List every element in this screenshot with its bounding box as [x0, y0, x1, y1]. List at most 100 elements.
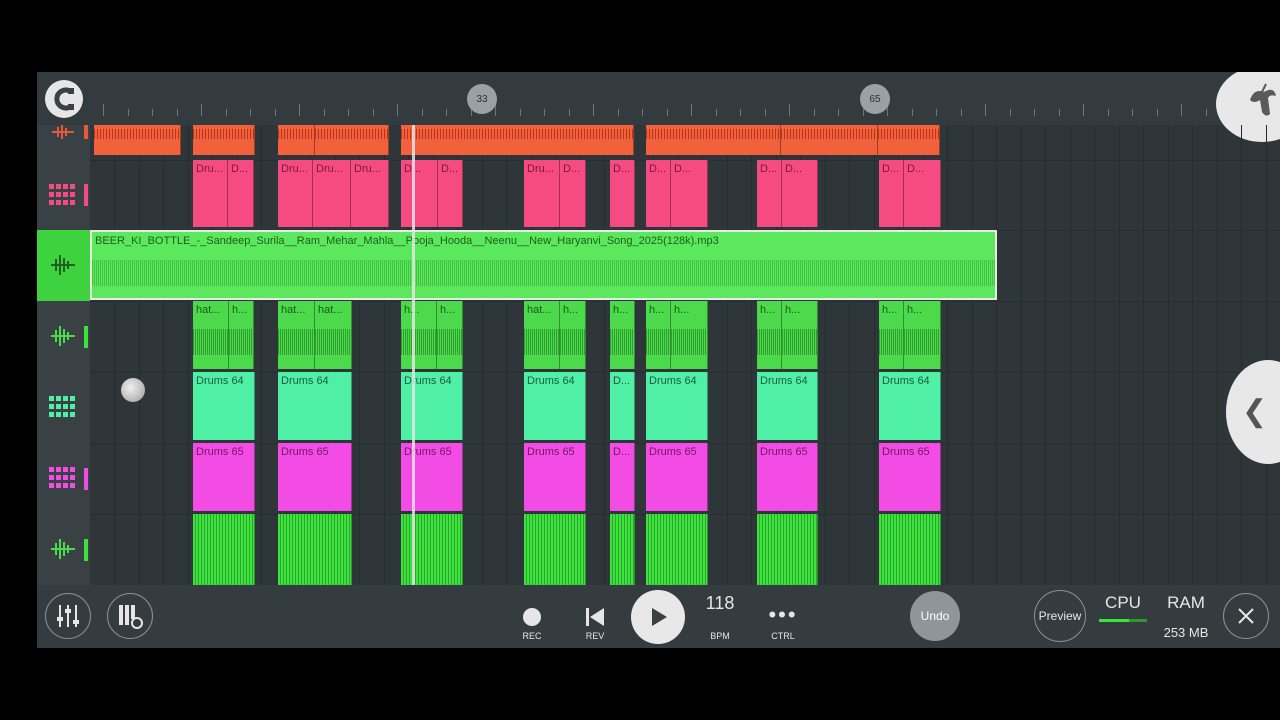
track-lane[interactable]: Dru... D... Dru... Dru... Dru... D... D.…: [90, 160, 1280, 231]
ruler-tick: [740, 109, 741, 116]
track-header-audio[interactable]: [37, 301, 90, 373]
audio-clip[interactable]: [879, 514, 941, 585]
audio-clip[interactable]: [646, 125, 781, 155]
pattern-clip[interactable]: D...: [646, 160, 671, 227]
audio-clip[interactable]: [781, 125, 878, 155]
audio-clip[interactable]: h...: [437, 301, 463, 369]
audio-clip[interactable]: [193, 125, 255, 155]
pattern-clip[interactable]: Drums 64: [879, 372, 941, 440]
pattern-clip[interactable]: Drums 64: [278, 372, 352, 440]
audio-clip[interactable]: [193, 514, 255, 585]
track-lane[interactable]: hat... h... hat... hat... h... h... hat.…: [90, 301, 1280, 373]
pattern-clip[interactable]: Drums 64: [757, 372, 818, 440]
track-header-audio-selected[interactable]: [37, 230, 90, 302]
pattern-clip[interactable]: D...: [879, 160, 904, 227]
audio-clip[interactable]: hat...: [278, 301, 315, 369]
timeline-ruler[interactable]: 33 65: [37, 72, 1280, 142]
pattern-clip[interactable]: Drums 64: [401, 372, 463, 440]
track-lane[interactable]: [90, 514, 1280, 585]
audio-clip[interactable]: [94, 125, 181, 155]
piano-settings-button[interactable]: [107, 593, 153, 639]
pattern-clip[interactable]: D...: [560, 160, 586, 227]
pattern-clip[interactable]: D...: [228, 160, 254, 227]
pattern-clip[interactable]: Drums 65: [401, 443, 463, 511]
pattern-clip[interactable]: Dru...: [351, 160, 389, 227]
track-lane[interactable]: Drums 65 Drums 65 Drums 65 Drums 65 D...…: [90, 443, 1280, 515]
audio-clip[interactable]: [878, 125, 940, 155]
pattern-clip[interactable]: D...: [904, 160, 941, 227]
pattern-clip[interactable]: Drums 64: [646, 372, 708, 440]
record-button[interactable]: [523, 608, 541, 626]
track-header-pattern[interactable]: [37, 372, 90, 444]
track-header-pattern[interactable]: [37, 160, 90, 231]
undo-button[interactable]: Undo: [910, 591, 960, 641]
scroll-knob[interactable]: [121, 378, 145, 402]
grid-line: [1216, 125, 1218, 160]
pattern-clip[interactable]: Drums 65: [278, 443, 352, 511]
pattern-clip[interactable]: Drums 65: [757, 443, 818, 511]
audio-clip[interactable]: [610, 514, 635, 585]
audio-clip[interactable]: hat...: [193, 301, 229, 369]
pattern-clip[interactable]: Drums 64: [193, 372, 255, 440]
audio-clip[interactable]: h...: [904, 301, 941, 369]
ruler-marker[interactable]: 65: [860, 84, 890, 114]
pattern-clip[interactable]: Drums 65: [646, 443, 708, 511]
pattern-clip[interactable]: Dru...: [313, 160, 351, 227]
track-lane[interactable]: [90, 125, 1280, 161]
audio-clip[interactable]: h...: [610, 301, 635, 369]
preview-button[interactable]: Preview: [1034, 590, 1086, 642]
pattern-clip[interactable]: Drums 65: [879, 443, 941, 511]
audio-clip[interactable]: h...: [671, 301, 708, 369]
close-button[interactable]: [1223, 593, 1269, 639]
pattern-clip[interactable]: Drums 65: [524, 443, 586, 511]
audio-clip[interactable]: [315, 125, 389, 155]
pattern-clip[interactable]: Drums 64: [524, 372, 586, 440]
audio-clip[interactable]: [524, 514, 586, 585]
audio-clip[interactable]: [401, 125, 634, 155]
audio-clip[interactable]: h...: [401, 301, 437, 369]
track-lane[interactable]: BEER_KI_BOTTLE_-_Sandeep_Surila__Ram_Meh…: [90, 230, 1280, 302]
rewind-button[interactable]: [583, 605, 607, 629]
pattern-clip[interactable]: D...: [610, 160, 635, 227]
magnet-icon[interactable]: [45, 80, 83, 118]
pattern-clip[interactable]: D...: [610, 372, 635, 440]
playhead[interactable]: [412, 125, 415, 585]
pattern-clip[interactable]: Dru...: [278, 160, 313, 227]
audio-clip[interactable]: h...: [560, 301, 586, 369]
track-header-audio[interactable]: [37, 125, 90, 161]
pattern-clip[interactable]: D...: [610, 443, 635, 511]
audio-clip[interactable]: h...: [229, 301, 254, 369]
audio-clip[interactable]: [757, 514, 818, 585]
track-lane[interactable]: Drums 64 Drums 64 Drums 64 Drums 64 D...…: [90, 372, 1280, 444]
audio-clip[interactable]: h...: [757, 301, 782, 369]
audio-clip[interactable]: [278, 125, 315, 155]
track-color-bar: [84, 539, 88, 561]
audio-clip[interactable]: [278, 514, 352, 585]
mixer-button[interactable]: [45, 593, 91, 639]
audio-clip[interactable]: [646, 514, 708, 585]
more-options-button[interactable]: •••: [765, 602, 801, 627]
pattern-clip[interactable]: D...: [438, 160, 463, 227]
track-header-pattern[interactable]: [37, 443, 90, 515]
pattern-clip[interactable]: Drums 65: [193, 443, 255, 511]
audio-clip[interactable]: hat...: [315, 301, 352, 369]
audio-clip[interactable]: h...: [782, 301, 818, 369]
ruler-marker[interactable]: 33: [467, 84, 497, 114]
audio-clip-selected[interactable]: BEER_KI_BOTTLE_-_Sandeep_Surila__Ram_Meh…: [90, 230, 997, 300]
audio-clip[interactable]: h...: [879, 301, 904, 369]
pattern-clip[interactable]: D...: [782, 160, 818, 227]
play-button[interactable]: [631, 590, 685, 644]
pattern-clip[interactable]: D...: [401, 160, 438, 227]
clip-label: Drums 64: [760, 375, 808, 387]
pattern-clip[interactable]: D...: [671, 160, 708, 227]
track-header-audio[interactable]: [37, 514, 90, 585]
pattern-clip[interactable]: Dru...: [524, 160, 560, 227]
pattern-clip[interactable]: Dru...: [193, 160, 228, 227]
audio-clip[interactable]: hat...: [524, 301, 560, 369]
audio-clip[interactable]: [401, 514, 463, 585]
audio-clip[interactable]: h...: [646, 301, 671, 369]
playlist-tracks[interactable]: Dru... D... Dru... Dru... Dru... D... D.…: [37, 125, 1280, 585]
pattern-clip[interactable]: D...: [757, 160, 782, 227]
grid-line: [359, 301, 360, 372]
bpm-value[interactable]: 118: [699, 593, 741, 614]
